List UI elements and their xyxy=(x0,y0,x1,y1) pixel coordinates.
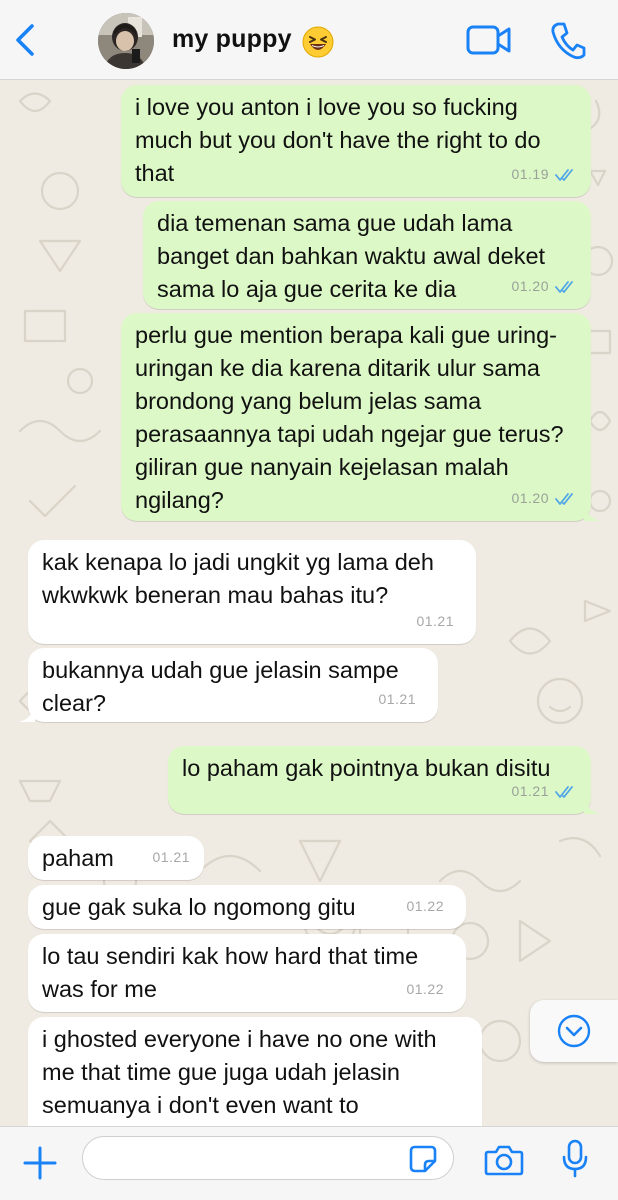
message-bubble-incoming[interactable]: paham 01.21 xyxy=(28,836,204,880)
message-time: 01.21 xyxy=(152,849,190,865)
read-ticks-icon xyxy=(555,280,573,293)
message-bubble-incoming[interactable]: gue gak suka lo ngomong gitu 01.22 xyxy=(28,885,466,929)
phone-icon xyxy=(551,22,586,60)
read-ticks-icon xyxy=(555,785,573,798)
scroll-to-bottom-button[interactable] xyxy=(530,1000,618,1062)
bubble-tail xyxy=(584,796,600,814)
message-bubble-outgoing[interactable]: dia temenan sama gue udah lama banget da… xyxy=(143,201,591,309)
composer-bar xyxy=(0,1126,618,1200)
bubble-tail xyxy=(584,503,600,521)
message-text: i ghosted everyone i have no one with me… xyxy=(42,1026,437,1118)
chevron-down-circle-icon xyxy=(557,1014,591,1048)
video-call-button[interactable] xyxy=(466,22,512,58)
message-time: 01.20 xyxy=(511,490,549,506)
message-meta: 01.21 xyxy=(378,683,416,716)
message-time: 01.21 xyxy=(511,783,549,799)
message-bubble-outgoing[interactable]: perlu gue mention berapa kali gue uring-… xyxy=(121,313,600,521)
message-bubble-incoming[interactable]: i ghosted everyone i have no one with me… xyxy=(28,1017,482,1126)
camera-icon xyxy=(484,1145,524,1176)
plus-icon xyxy=(23,1146,57,1180)
video-call-icon xyxy=(466,25,511,55)
message-meta: 01.21 xyxy=(416,605,454,638)
microphone-button[interactable] xyxy=(560,1139,590,1179)
attach-button[interactable] xyxy=(22,1145,58,1181)
message-time: 01.21 xyxy=(416,613,454,629)
message-bubble-outgoing[interactable]: lo paham gak pointnya bukan disitu 01.21 xyxy=(168,746,600,814)
message-meta: 01.19 xyxy=(511,158,577,191)
message-text: lo tau sendiri kak how hard that time wa… xyxy=(42,943,419,1002)
message-bubble-outgoing[interactable]: i love you anton i love you so fucking m… xyxy=(121,85,591,197)
chat-area[interactable]: i love you anton i love you so fucking m… xyxy=(0,81,618,1126)
read-ticks-icon xyxy=(555,492,573,505)
voice-call-button[interactable] xyxy=(550,20,586,60)
chevron-left-icon xyxy=(16,24,34,56)
avatar[interactable] xyxy=(98,13,154,69)
message-text: gue gak suka lo ngomong gitu xyxy=(42,894,356,920)
message-input[interactable] xyxy=(82,1136,454,1180)
camera-button[interactable] xyxy=(484,1143,524,1177)
message-meta: 01.21 xyxy=(511,775,577,808)
message-time: 01.22 xyxy=(406,898,444,914)
message-bubble-incoming[interactable]: lo tau sendiri kak how hard that time wa… xyxy=(28,934,466,1012)
sticker-icon xyxy=(409,1145,437,1173)
message-meta: 01.22 xyxy=(406,890,444,923)
message-meta: 01.22 xyxy=(406,973,444,1006)
message-meta: 01.21 xyxy=(152,841,190,874)
message-text: kak kenapa lo jadi ungkit yg lama deh wk… xyxy=(42,549,434,608)
sticker-button[interactable] xyxy=(408,1144,438,1174)
message-time: 01.19 xyxy=(511,166,549,182)
laughing-emoji-icon xyxy=(302,26,334,58)
message-bubble-incoming[interactable]: bukannya udah gue jelasin sampe clear? 0… xyxy=(19,648,438,722)
chat-header: my puppy xyxy=(0,0,618,80)
message-text: bukannya udah gue jelasin sampe clear? xyxy=(42,657,399,716)
back-button[interactable] xyxy=(10,22,42,58)
microphone-icon xyxy=(562,1139,588,1178)
read-ticks-icon xyxy=(555,168,573,181)
message-time: 01.21 xyxy=(378,691,416,707)
message-time: 01.20 xyxy=(511,278,549,294)
message-bubble-incoming[interactable]: kak kenapa lo jadi ungkit yg lama deh wk… xyxy=(28,540,476,644)
message-meta: 01.20 xyxy=(511,270,577,303)
bubble-tail xyxy=(19,704,35,722)
message-time: 01.22 xyxy=(406,981,444,997)
contact-name[interactable]: my puppy xyxy=(172,25,292,54)
message-meta: 01.20 xyxy=(511,482,577,515)
